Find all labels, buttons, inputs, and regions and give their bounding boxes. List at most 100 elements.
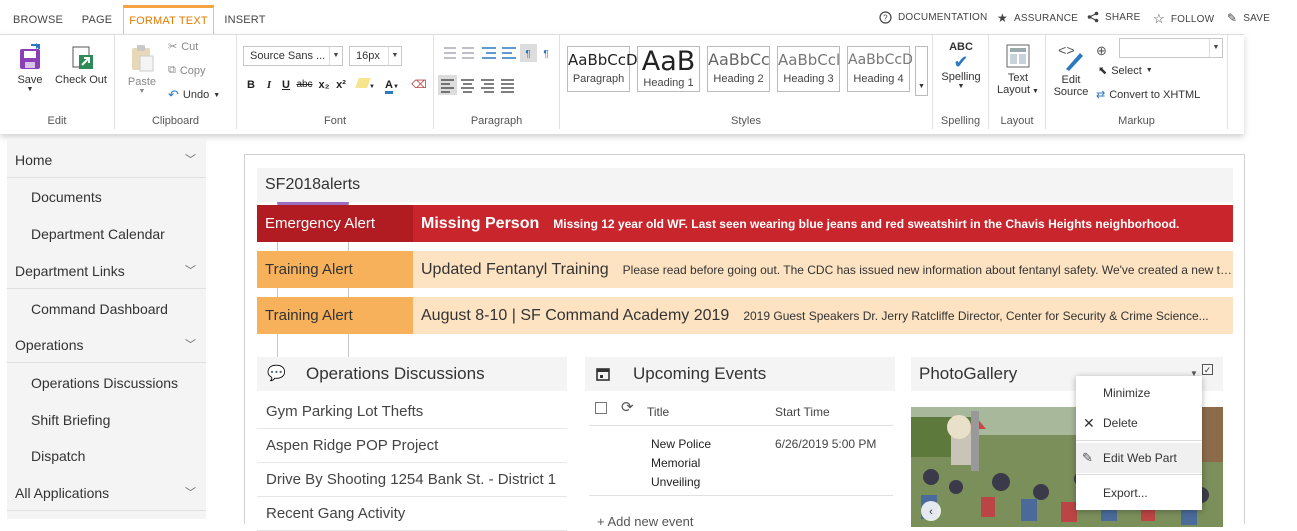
clear-format-icon[interactable]: ⌫ [411, 76, 427, 94]
scissors-icon: ✂ [168, 41, 178, 53]
alert-type-label: Training Alert [257, 297, 413, 334]
strikethrough-button[interactable]: abc [295, 76, 314, 94]
nav-item-department-links[interactable]: Department Links ﹀ [7, 253, 206, 289]
discussion-item[interactable]: Drive By Shooting 1254 Bank St. - Distri… [257, 463, 567, 497]
style-preview: AaBbCc [708, 50, 770, 69]
highlight-color-button[interactable]: ▼ [354, 76, 378, 94]
style-preview: AaBbCcD [568, 51, 638, 69]
styles-scroll-button[interactable]: ▼ [915, 46, 928, 96]
group-edit-label: Edit [47, 115, 67, 127]
style-heading-3[interactable]: AaBbCcl Heading 3 [777, 46, 840, 92]
webpart-context-menu: Minimize ✕ Delete ✎ Edit Web Part Export… [1076, 376, 1202, 510]
menu-item-export[interactable]: Export... [1076, 478, 1202, 508]
nav-item-department-calendar[interactable]: Department Calendar [7, 216, 206, 252]
follow-link[interactable]: ☆ FOLLOW [1153, 11, 1214, 27]
select-button[interactable]: ⬉ Select ▼ [1098, 64, 1153, 78]
edit-source-label-1: Edit [1061, 74, 1081, 86]
markup-style-select[interactable]: ▼ [1119, 38, 1223, 58]
tab-format-text[interactable]: FORMAT TEXT [123, 5, 214, 34]
edit-source-button[interactable]: <> Edit Source [1050, 41, 1092, 98]
font-color-button[interactable]: A▼ [380, 76, 404, 94]
event-title-link[interactable]: New Police Memorial Unveiling [651, 435, 711, 492]
share-link[interactable]: SHARE [1087, 11, 1140, 23]
bold-button[interactable]: B [243, 76, 259, 94]
list-indent-icons[interactable]: ¶ ¶ [440, 44, 556, 62]
nav-item-command-dashboard[interactable]: Command Dashboard [7, 291, 206, 327]
font-family-select[interactable]: Source Sans ... ▼ [243, 46, 343, 66]
menu-item-edit-web-part[interactable]: ✎ Edit Web Part [1076, 443, 1202, 473]
group-font-label: Font [323, 115, 346, 127]
discussion-item[interactable]: Gym Parking Lot Thefts [257, 395, 567, 429]
style-heading-2[interactable]: AaBbCc Heading 2 [707, 46, 770, 92]
group-paragraph: ¶ ¶ Paragraph [434, 35, 560, 129]
chevron-down-icon[interactable]: ﹀ [185, 253, 196, 289]
cut-label: Cut [181, 40, 199, 53]
convert-xhtml-button[interactable]: ⇄ Convert to XHTML [1096, 88, 1200, 102]
chevron-down-icon[interactable]: ﹀ [185, 475, 196, 511]
save-link[interactable]: ✎ SAVE [1227, 11, 1270, 25]
events-webpart: Upcoming Events ⟳ Title Start Time New P… [585, 357, 895, 529]
column-header-title[interactable]: Title [647, 405, 669, 419]
nav-item-label: All Applications [15, 485, 110, 501]
text-layout-button[interactable]: Text Layout ▼ [994, 43, 1042, 96]
discussion-item[interactable]: Aspen Ridge POP Project [257, 429, 567, 463]
nav-item-documents[interactable]: Documents [7, 179, 206, 215]
column-header-start-time[interactable]: Start Time [775, 405, 830, 419]
nav-item-dispatch[interactable]: Dispatch [7, 438, 206, 474]
chevron-down-icon[interactable]: ﹀ [185, 142, 196, 178]
tab-insert[interactable]: INSERT [216, 5, 274, 34]
cut-button[interactable]: ✂ Cut [168, 40, 199, 54]
event-start-time: 6/26/2019 5:00 PM [775, 437, 877, 451]
left-navigation: Home ﹀ Documents Department Calendar Depa… [7, 140, 206, 519]
alert-row-emergency[interactable]: Emergency Alert Missing Person Missing 1… [257, 205, 1233, 242]
group-edit: Save ▼ Check Out Edit [0, 35, 115, 129]
copy-button[interactable]: ⧉ Copy [168, 64, 206, 77]
check-out-button[interactable]: Check Out [52, 43, 110, 86]
menu-item-delete[interactable]: ✕ Delete [1076, 408, 1202, 438]
superscript-button[interactable]: x² [333, 76, 349, 94]
spelling-button[interactable]: ABC ✔ Spelling ▼ [937, 41, 985, 90]
divider [589, 495, 893, 496]
subscript-button[interactable]: x₂ [316, 76, 332, 94]
documentation-link[interactable]: ? DOCUMENTATION [879, 11, 987, 24]
add-new-event-link[interactable]: + Add new event [597, 514, 694, 529]
cursor-icon: ⬉ [1098, 65, 1108, 77]
assurance-link[interactable]: ★ ASSURANCE [997, 11, 1078, 25]
checkmark-icon: ✔ [953, 52, 969, 72]
style-paragraph[interactable]: AaBbCcD Paragraph [567, 46, 638, 92]
menu-item-minimize[interactable]: Minimize [1076, 378, 1202, 408]
style-preview: AaBbCcD [848, 52, 913, 68]
check-out-label: Check Out [55, 74, 107, 86]
webpart-select-checkbox[interactable]: ✓ [1202, 364, 1213, 375]
align-buttons[interactable] [438, 75, 518, 95]
save-button[interactable]: Save ▼ [10, 43, 50, 93]
select-all-checkbox[interactable] [595, 402, 607, 414]
undo-button[interactable]: ↶ Undo ▼ [168, 87, 220, 103]
refresh-icon[interactable]: ⟳ [621, 398, 634, 416]
style-heading-4[interactable]: AaBbCcD Heading 4 [847, 46, 913, 92]
nav-item-operations[interactable]: Operations ﹀ [7, 327, 206, 363]
nav-item-all-applications[interactable]: All Applications ﹀ [7, 475, 206, 511]
svg-text:¶: ¶ [525, 49, 530, 60]
alert-row-training-fentanyl[interactable]: Training Alert Updated Fentanyl Training… [257, 251, 1233, 288]
help-icon: ? [879, 11, 892, 24]
share-icon [1087, 11, 1099, 23]
style-heading-1[interactable]: AaB Heading 1 [637, 46, 700, 92]
tab-page[interactable]: PAGE [74, 5, 120, 34]
save-disk-icon [20, 43, 40, 69]
italic-button[interactable]: I [261, 76, 277, 94]
group-layout-label: Layout [1000, 115, 1034, 127]
tab-browse[interactable]: BROWSE [6, 5, 70, 34]
menu-item-label: Delete [1103, 416, 1138, 430]
nav-item-home[interactable]: Home ﹀ [7, 142, 206, 178]
paste-button[interactable]: Paste ▼ [125, 43, 159, 95]
nav-item-operations-discussions[interactable]: Operations Discussions [7, 365, 206, 401]
language-icon[interactable]: ⊕ [1096, 43, 1107, 59]
discussion-item[interactable]: Recent Gang Activity [257, 497, 567, 531]
chevron-down-icon[interactable]: ﹀ [185, 327, 196, 363]
alert-row-training-academy[interactable]: Training Alert August 8-10 | SF Command … [257, 297, 1233, 334]
events-header: Upcoming Events [585, 357, 895, 391]
font-size-select[interactable]: 16px ▼ [349, 46, 402, 66]
underline-button[interactable]: U [278, 76, 294, 94]
nav-item-shift-briefing[interactable]: Shift Briefing [7, 402, 206, 438]
